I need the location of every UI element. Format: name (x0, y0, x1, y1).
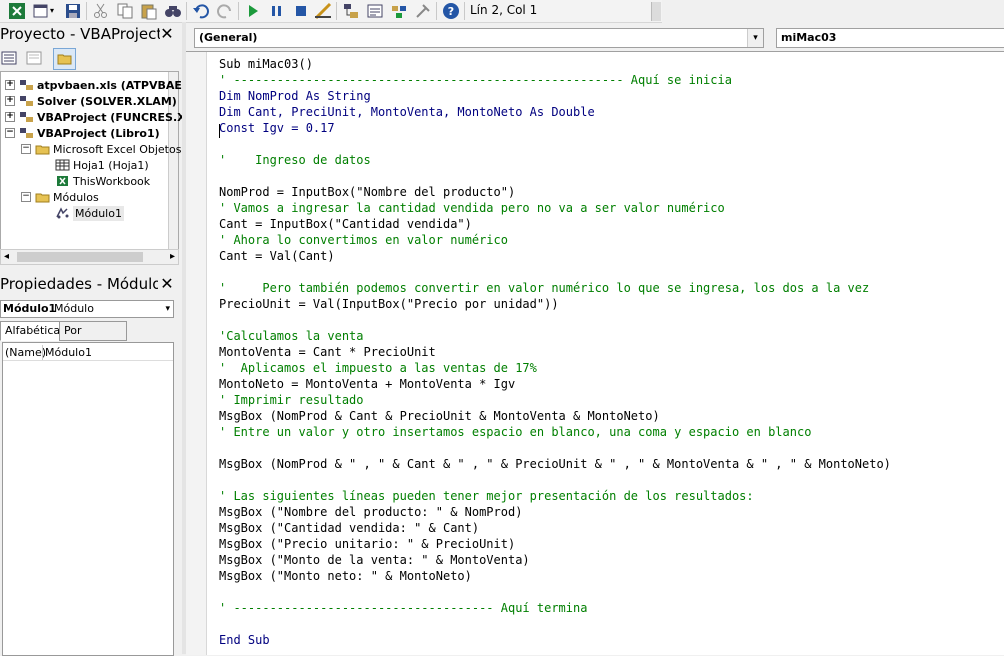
code-line[interactable]: Dim NomProd As String (219, 88, 891, 104)
code-line[interactable]: MsgBox ("Cantidad vendida: " & Cant) (219, 520, 891, 536)
reset-icon[interactable] (292, 2, 310, 20)
code-line[interactable]: MsgBox ("Monto de la venta: " & MontoVen… (219, 552, 891, 568)
code-line[interactable] (219, 584, 891, 600)
module-icon (56, 207, 69, 219)
excel-icon[interactable] (8, 2, 26, 20)
properties-close-icon[interactable]: ✕ (158, 275, 176, 293)
insert-module-icon[interactable] (32, 2, 50, 20)
code-line[interactable]: 'Calculamos la venta (219, 328, 891, 344)
chevron-down-icon[interactable]: ▾ (165, 301, 170, 317)
code-line[interactable]: Cant = Val(Cant) (219, 248, 891, 264)
code-line[interactable]: Sub miMac03() (219, 56, 891, 72)
project-pane-title: Proyecto - VBAProject (0, 25, 160, 43)
code-margin[interactable] (186, 52, 207, 655)
code-line[interactable]: ' Ingreso de datos (219, 152, 891, 168)
code-line[interactable]: ' Entre un valor y otro insertamos espac… (219, 424, 891, 440)
project-explorer-icon[interactable] (342, 2, 360, 20)
code-window[interactable]: Sub miMac03() ' -------------------------… (186, 51, 1004, 655)
property-row-name[interactable]: (Name) Módulo1 (3, 345, 173, 361)
tab-alfabetica[interactable]: Alfabética (0, 321, 66, 341)
toolbox-icon[interactable] (414, 2, 432, 20)
folder-icon (35, 145, 50, 155)
copy-icon[interactable] (116, 2, 134, 20)
folder-icon (35, 193, 50, 203)
run-icon[interactable] (244, 2, 262, 20)
view-code-icon[interactable] (1, 51, 17, 65)
toggle-folders-button[interactable] (53, 48, 76, 70)
code-line[interactable] (219, 440, 891, 456)
vba-project-icon (20, 96, 33, 106)
code-line[interactable]: MsgBox (NomProd & " , " & Cant & " , " &… (219, 456, 891, 472)
scroll-left-icon[interactable]: ◂ (4, 250, 9, 264)
code-line[interactable]: MontoVenta = Cant * PrecioUnit (219, 344, 891, 360)
properties-grid: (Name) Módulo1 (2, 342, 174, 656)
design-mode-icon[interactable] (314, 2, 332, 20)
save-icon[interactable] (64, 2, 82, 20)
project-toolbar (0, 48, 80, 70)
code-line[interactable]: Cant = InputBox("Cantidad vendida") (219, 216, 891, 232)
redo-icon[interactable] (216, 2, 234, 20)
code-line[interactable]: ' Ahora lo convertimos en valor numérico (219, 232, 891, 248)
object-browser-icon[interactable] (390, 2, 408, 20)
code-line[interactable]: ' Pero también podemos convertir en valo… (219, 280, 891, 296)
object-combo[interactable]: (General) ▾ (194, 28, 764, 48)
code-line[interactable]: MsgBox ("Nombre del producto: " & NomPro… (219, 504, 891, 520)
scroll-right-icon[interactable]: ▸ (170, 250, 175, 264)
worksheet-icon (55, 159, 70, 171)
code-line[interactable]: NomProd = InputBox("Nombre del producto"… (219, 184, 891, 200)
code-line[interactable] (219, 312, 891, 328)
chevron-down-icon[interactable]: ▾ (747, 29, 763, 47)
standard-toolbar: ▾ ? Lín 2, Col 1 (0, 0, 662, 23)
paste-icon[interactable] (140, 2, 158, 20)
workbook-icon (57, 176, 68, 186)
code-line[interactable] (219, 616, 891, 632)
code-line[interactable]: MsgBox (NomProd & Cant & PrecioUnit & Mo… (219, 408, 891, 424)
view-object-icon[interactable] (26, 51, 42, 65)
text-caret (219, 124, 220, 138)
object-selector[interactable]: Módulo1 Módulo ▾ (0, 300, 174, 318)
code-line[interactable]: Const Igv = 0.17 (219, 120, 891, 136)
code-line[interactable]: ' Vamos a ingresar la cantidad vendida p… (219, 200, 891, 216)
properties-pane-title: Propiedades - Módulo1 (0, 275, 158, 293)
code-line[interactable]: ' --------------------------------------… (219, 72, 891, 88)
svg-text:?: ? (448, 5, 454, 18)
project-tree: + atpvbaen.xls (ATPVBAEN + Solver (SOLVE… (0, 71, 193, 251)
code-line[interactable]: MontoNeto = MontoVenta + MontoVenta * Ig… (219, 376, 891, 392)
procedure-combo[interactable]: miMac03 (776, 28, 1004, 48)
cut-icon[interactable] (92, 2, 110, 20)
toolbar-overflow-icon[interactable] (651, 2, 661, 21)
tab-por-categorias[interactable]: Por categorías (59, 321, 127, 355)
code-line[interactable]: Dim Cant, PreciUnit, MontoVenta, MontoNe… (219, 104, 891, 120)
code-line[interactable]: MsgBox ("Precio unitario: " & PrecioUnit… (219, 536, 891, 552)
help-icon[interactable]: ? (442, 2, 460, 20)
code-text[interactable]: Sub miMac03() ' -------------------------… (219, 56, 891, 648)
vba-project-icon (20, 112, 33, 122)
project-close-icon[interactable]: ✕ (158, 25, 176, 43)
code-line[interactable] (219, 168, 891, 184)
code-line[interactable]: ' Las siguientes líneas pueden tener mej… (219, 488, 891, 504)
undo-icon[interactable] (192, 2, 210, 20)
code-line[interactable]: PrecioUnit = Val(InputBox("Precio por un… (219, 296, 891, 312)
vba-project-icon (20, 128, 33, 138)
code-line[interactable] (219, 264, 891, 280)
find-icon[interactable] (164, 2, 182, 20)
code-line[interactable]: ' Aplicamos el impuesto a las ventas de … (219, 360, 891, 376)
folder-icon (57, 54, 72, 65)
code-line[interactable]: ' Imprimir resultado (219, 392, 891, 408)
break-icon[interactable] (268, 2, 286, 20)
code-line[interactable]: ' ------------------------------------ A… (219, 600, 891, 616)
cursor-position-status: Lín 2, Col 1 (470, 3, 538, 17)
tree-hscrollbar[interactable]: ◂ ▸ (0, 249, 179, 265)
code-line[interactable]: MsgBox ("Monto neto: " & MontoNeto) (219, 568, 891, 584)
code-line[interactable] (219, 472, 891, 488)
vba-project-icon (20, 80, 33, 90)
code-line[interactable]: End Sub (219, 632, 891, 648)
code-line[interactable] (219, 136, 891, 152)
properties-icon[interactable] (366, 2, 384, 20)
scroll-thumb[interactable] (17, 252, 143, 262)
